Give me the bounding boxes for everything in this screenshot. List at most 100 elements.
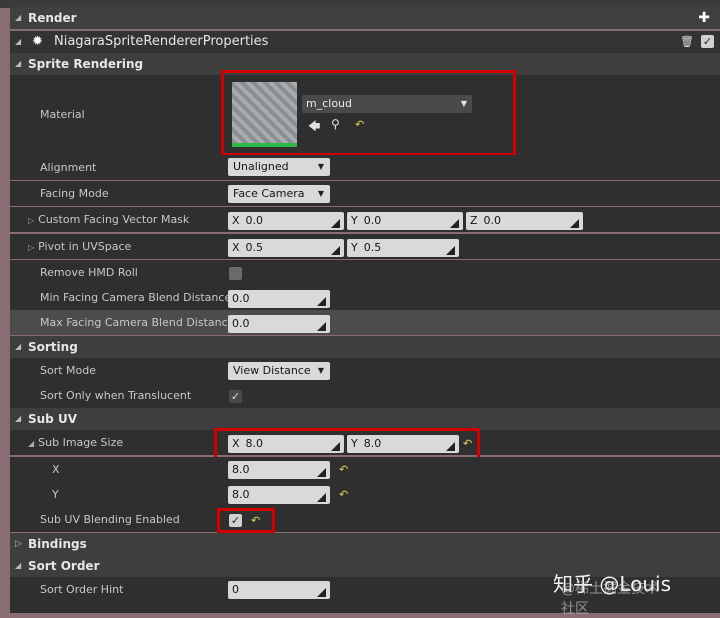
property-label-text: Sub Image Size — [38, 436, 124, 449]
drag-handle-icon[interactable] — [331, 243, 340, 255]
remove-hmd-roll-checkbox[interactable] — [229, 267, 242, 280]
field-value: 8.0 — [232, 463, 250, 476]
custom-facing-z-field[interactable]: Z 0.0 — [466, 212, 583, 230]
property-label: ▷ Pivot in UVSpace — [28, 234, 131, 260]
render-category-header[interactable]: ◢ Render ✚ — [10, 7, 720, 29]
category-title: Sub UV — [28, 412, 77, 426]
drag-handle-icon[interactable] — [331, 216, 340, 228]
sorting-category[interactable]: ◢ Sorting — [10, 336, 720, 358]
dropdown-value: Unaligned — [233, 160, 289, 173]
drag-handle-icon[interactable] — [446, 243, 455, 255]
collapse-triangle-icon[interactable]: ◢ — [15, 408, 21, 430]
field-value: 0.0 — [363, 214, 382, 227]
reset-icon[interactable]: ↶ — [339, 463, 348, 476]
collapse-triangle-icon[interactable]: ◢ — [15, 7, 21, 29]
chevron-down-icon: ▼ — [317, 366, 324, 375]
bindings-category[interactable]: ▷ Bindings — [10, 533, 720, 555]
property-label: Material — [40, 108, 85, 121]
drag-handle-icon[interactable] — [317, 294, 326, 306]
drag-handle-icon[interactable] — [317, 490, 326, 502]
sort-mode-row: Sort Mode — [10, 358, 720, 383]
category-title: Sort Order — [28, 559, 100, 573]
drag-handle-icon[interactable] — [450, 216, 459, 228]
property-label: Sort Mode — [40, 364, 97, 377]
drag-handle-icon[interactable] — [570, 216, 579, 228]
property-label: Y — [52, 488, 59, 501]
property-label-text: Pivot in UVSpace — [38, 240, 132, 253]
sort-order-hint-field[interactable]: 0 — [228, 581, 330, 599]
expand-triangle-icon[interactable]: ▷ — [15, 533, 22, 555]
category-title: Sprite Rendering — [28, 57, 144, 71]
expand-triangle-icon[interactable]: ▷ — [28, 243, 34, 252]
axis-label-x: X — [232, 241, 240, 254]
collapse-triangle-icon[interactable]: ◢ — [15, 555, 21, 577]
facing-mode-row: Facing Mode — [10, 181, 720, 206]
sort-only-when-translucent-row: Sort Only when Translucent — [10, 383, 720, 408]
property-label: Sort Order Hint — [40, 583, 124, 596]
drag-handle-icon[interactable] — [317, 585, 326, 597]
chevron-down-icon: ▼ — [317, 189, 324, 198]
sort-only-when-translucent-checkbox[interactable]: ✓ — [229, 390, 242, 403]
axis-label-y: Y — [351, 241, 358, 254]
sort-mode-dropdown[interactable]: View Distance ▼ — [228, 362, 330, 380]
min-facing-camera-blend-distance-row: Min Facing Camera Blend Distance — [10, 285, 720, 310]
field-value: 0.5 — [245, 241, 264, 254]
property-label: Min Facing Camera Blend Distance — [40, 291, 232, 304]
field-value: 0.0 — [232, 317, 250, 330]
field-value: 0.0 — [483, 214, 502, 227]
field-value: 0.0 — [232, 292, 250, 305]
plus-icon[interactable]: ✚ — [698, 7, 710, 29]
facing-mode-dropdown[interactable]: Face Camera ▼ — [228, 185, 330, 203]
sub-image-size-y-row: Y — [10, 482, 720, 507]
property-label: X — [52, 463, 60, 476]
pivot-x-field[interactable]: X 0.5 — [228, 239, 344, 257]
field-value: 0.5 — [363, 241, 382, 254]
remove-hmd-roll-row: Remove HMD Roll — [10, 260, 720, 285]
max-facing-camera-blend-distance-field[interactable]: 0.0 — [228, 315, 330, 333]
custom-facing-x-field[interactable]: X 0.0 — [228, 212, 344, 230]
min-facing-camera-blend-distance-field[interactable]: 0.0 — [228, 290, 330, 308]
custom-facing-y-field[interactable]: Y 0.0 — [347, 212, 463, 230]
sub-uv-category[interactable]: ◢ Sub UV — [10, 408, 720, 430]
axis-label-y: Y — [351, 214, 358, 227]
category-title: Sorting — [28, 340, 78, 354]
axis-label-z: Z — [470, 214, 478, 227]
watermark-sub: @稀土掘金技术社区 — [561, 581, 659, 617]
enabled-checkbox[interactable]: ✓ — [701, 35, 714, 48]
alignment-dropdown[interactable]: Unaligned ▼ — [228, 158, 330, 176]
property-label: Sub UV Blending Enabled — [40, 513, 180, 526]
field-value: 0 — [232, 583, 239, 596]
property-label: ◢ Sub Image Size — [28, 430, 123, 456]
property-label: Remove HMD Roll — [40, 266, 138, 279]
collapse-triangle-icon[interactable]: ◢ — [28, 439, 34, 448]
property-label: Max Facing Camera Blend Distance — [40, 316, 235, 329]
alignment-row: Alignment — [10, 155, 720, 180]
sub-image-x-field[interactable]: 8.0 — [228, 461, 330, 479]
dropdown-value: Face Camera — [233, 187, 305, 200]
expand-triangle-icon[interactable]: ▷ — [28, 216, 34, 225]
property-label-text: Custom Facing Vector Mask — [38, 213, 190, 226]
category-title: Bindings — [28, 537, 87, 551]
reset-icon[interactable]: ↶ — [339, 488, 348, 501]
property-label: Alignment — [40, 161, 97, 174]
highlight-box-material — [221, 70, 516, 156]
trash-icon[interactable]: 🗑 — [680, 31, 694, 53]
niagara-sprite-renderer-properties-header[interactable]: ◢ ✹ NiagaraSpriteRendererProperties 🗑 ✓ — [10, 31, 720, 53]
sub-image-size-x-row: X — [10, 457, 720, 482]
max-facing-camera-blend-distance-row: Max Facing Camera Blend Distance — [10, 310, 720, 335]
watermark: 知乎 @Louis @稀土掘金技术社区 — [553, 568, 671, 617]
sub-image-y-field[interactable]: 8.0 — [228, 486, 330, 504]
dropdown-value: View Distance — [233, 364, 311, 377]
render-title: Render — [28, 11, 77, 25]
drag-handle-icon[interactable] — [317, 319, 326, 331]
pivot-y-field[interactable]: Y 0.5 — [347, 239, 459, 257]
axis-label-x: X — [232, 214, 240, 227]
chevron-down-icon: ▼ — [317, 162, 324, 171]
collapse-triangle-icon[interactable]: ◢ — [15, 31, 21, 53]
drag-handle-icon[interactable] — [317, 465, 326, 477]
gear-sun-icon: ✹ — [32, 34, 43, 49]
property-label: Facing Mode — [40, 187, 109, 200]
collapse-triangle-icon[interactable]: ◢ — [15, 336, 21, 358]
collapse-triangle-icon[interactable]: ◢ — [15, 53, 21, 75]
field-value: 8.0 — [232, 488, 250, 501]
